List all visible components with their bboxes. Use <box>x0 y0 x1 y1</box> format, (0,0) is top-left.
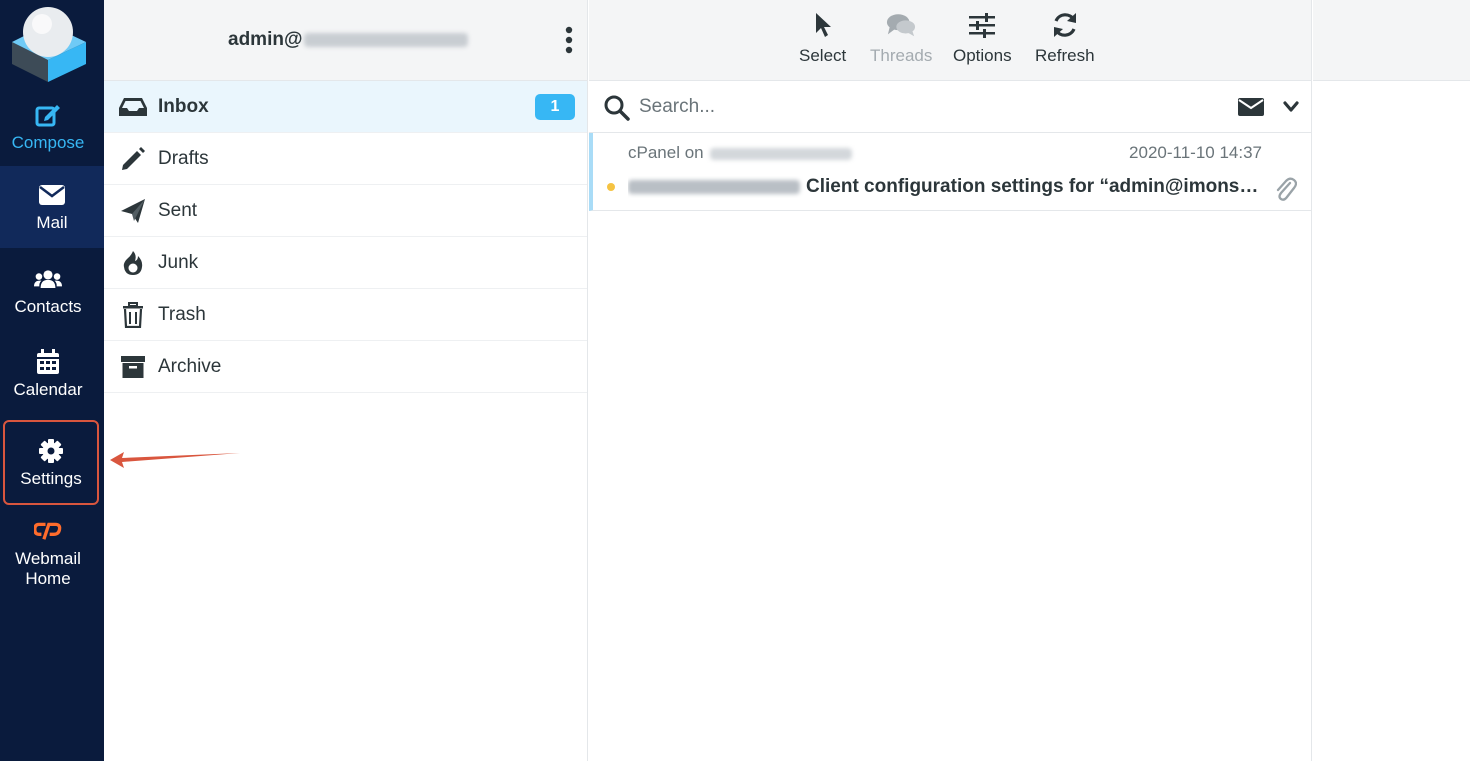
inbox-icon <box>118 94 148 120</box>
account-name-prefix: admin@ <box>228 29 303 50</box>
folder-drafts[interactable]: Drafts <box>104 133 587 185</box>
chevron-down-icon[interactable] <box>1281 97 1301 117</box>
preview-header <box>1313 0 1470 81</box>
nav-webmail-home-label-2: Home <box>25 569 71 588</box>
trash-icon <box>118 301 148 328</box>
pencil-icon <box>118 146 148 172</box>
sliders-icon <box>967 8 997 42</box>
nav-calendar-label: Calendar <box>13 380 83 399</box>
paperclip-icon <box>1273 175 1298 203</box>
nav-calendar[interactable]: Calendar <box>0 333 96 415</box>
nav-mail-label: Mail <box>36 213 68 232</box>
options-label: Options <box>953 46 1012 65</box>
cursor-icon <box>808 8 838 42</box>
envelope-filter-icon[interactable] <box>1237 96 1265 118</box>
preview-pane <box>1313 0 1470 761</box>
options-button[interactable]: Options <box>953 8 1012 74</box>
folder-pane: admin@ Inbox 1 Drafts Sent Junk Trash Ar… <box>104 0 588 761</box>
nav-settings-label: Settings <box>20 468 82 488</box>
nav-contacts-label: Contacts <box>14 297 82 316</box>
users-icon <box>34 265 62 293</box>
folder-archive-label: Archive <box>158 355 222 377</box>
webmail-app: Compose Mail Contacts Calendar Settings … <box>0 0 1470 761</box>
nav-settings[interactable]: Settings <box>3 420 99 505</box>
select-label: Select <box>799 46 847 65</box>
folder-sent-label: Sent <box>158 199 198 221</box>
folder-archive[interactable]: Archive <box>104 341 587 393</box>
refresh-button[interactable]: Refresh <box>1035 8 1095 74</box>
gear-icon <box>37 437 65 465</box>
message-list-pane: Select Threads Options Refresh Search...… <box>589 0 1312 761</box>
search-bar <box>589 81 1311 133</box>
folder-inbox-label: Inbox <box>158 95 209 117</box>
annotation-arrow-icon <box>110 452 240 468</box>
message-row[interactable]: cPanel on 2020-11-10 14:37 Client config… <box>589 133 1311 211</box>
folder-sent[interactable]: Sent <box>104 185 587 237</box>
nav-mail[interactable]: Mail <box>0 166 104 248</box>
fire-icon <box>118 250 148 276</box>
nav-webmail-home[interactable]: Webmail Home <box>0 508 96 598</box>
threads-button[interactable]: Threads <box>870 8 932 74</box>
folder-junk-label: Junk <box>158 251 199 273</box>
envelope-icon <box>38 181 66 209</box>
roundcube-logo[interactable] <box>8 2 88 82</box>
select-button[interactable]: Select <box>799 8 846 74</box>
calendar-icon <box>34 348 62 376</box>
nav-contacts[interactable]: Contacts <box>0 250 96 332</box>
search-icon[interactable] <box>603 94 631 122</box>
message-subject-text: Client configuration settings for “admin… <box>806 176 1259 197</box>
folder-junk[interactable]: Junk <box>104 237 587 289</box>
unread-dot-icon[interactable] <box>607 183 615 191</box>
folder-trash[interactable]: Trash <box>104 289 587 341</box>
redacted-domain <box>304 32 469 47</box>
unread-count-badge: 1 <box>535 94 575 120</box>
message-toolbar: Select Threads Options Refresh <box>589 0 1311 81</box>
compose-icon <box>34 101 62 129</box>
message-subject: Client configuration settings for “admin… <box>628 176 1268 198</box>
message-from: cPanel on <box>628 143 853 163</box>
refresh-icon <box>1050 8 1080 42</box>
nav-compose[interactable]: Compose <box>0 86 96 168</box>
redacted-domain <box>710 147 853 160</box>
search-input[interactable] <box>639 91 1199 123</box>
message-date: 2020-11-10 14:37 <box>1129 143 1262 162</box>
cpanel-icon <box>34 517 62 545</box>
folder-drafts-label: Drafts <box>158 147 209 169</box>
threads-label: Threads <box>870 46 933 65</box>
comments-icon <box>886 8 916 42</box>
nav-rail: Compose Mail Contacts Calendar Settings … <box>0 0 104 761</box>
nav-webmail-home-label-1: Webmail <box>15 549 81 568</box>
account-name: admin@ <box>228 29 469 51</box>
folder-inbox[interactable]: Inbox 1 <box>104 81 587 133</box>
account-menu-icon[interactable] <box>562 26 576 54</box>
message-from-prefix: cPanel on <box>628 143 704 162</box>
folder-pane-header: admin@ <box>104 0 587 81</box>
redacted-tag <box>628 179 800 194</box>
refresh-label: Refresh <box>1035 46 1095 65</box>
nav-compose-label: Compose <box>11 133 85 152</box>
archive-icon <box>118 354 148 380</box>
paper-plane-icon <box>118 198 148 224</box>
folder-trash-label: Trash <box>158 303 206 325</box>
